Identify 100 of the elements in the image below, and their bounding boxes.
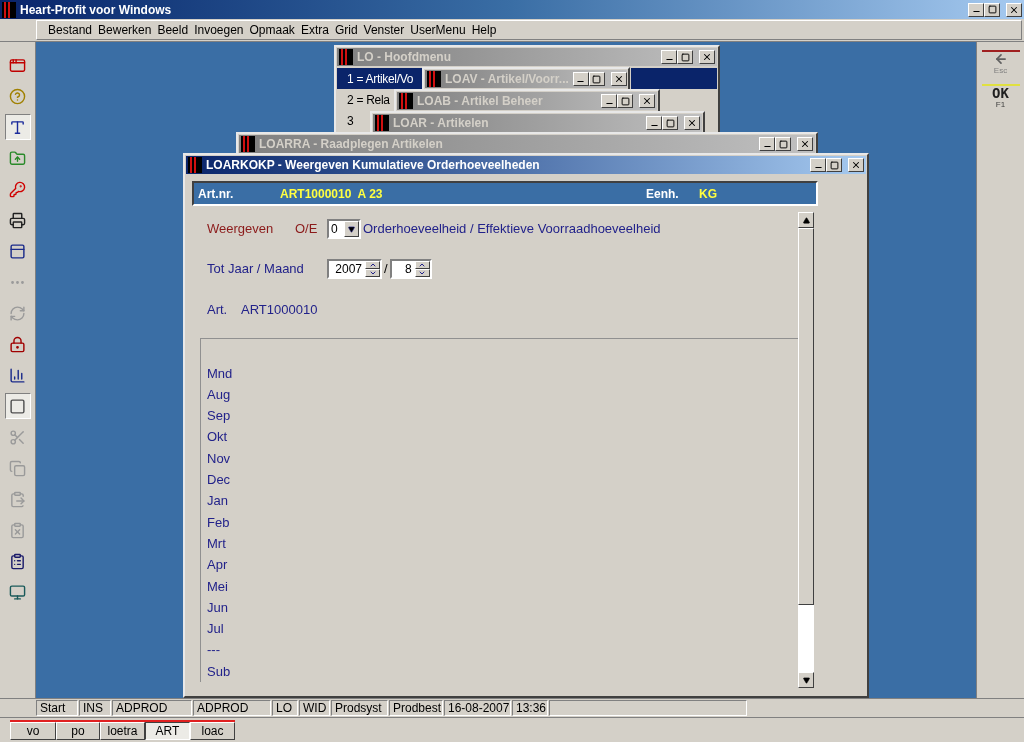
minimize-button[interactable] <box>601 94 617 108</box>
maximize-button[interactable] <box>826 158 842 172</box>
display-dropdown[interactable]: 0 <box>327 219 361 239</box>
maximize-icon <box>620 96 630 106</box>
article-number: ART1000010 A 23 <box>280 185 384 203</box>
close-icon <box>800 139 810 149</box>
scroll-down-button[interactable] <box>798 672 814 688</box>
window-tab[interactable]: loetra <box>100 721 145 740</box>
window-title: LOAB - Artikel Beheer <box>417 93 544 110</box>
status-cell: LO <box>272 700 298 716</box>
caret-up-icon <box>368 261 377 269</box>
month-label: Jun <box>207 598 229 617</box>
close-button[interactable] <box>639 94 655 108</box>
window-tab[interactable]: po <box>56 721 100 740</box>
close-icon <box>851 160 861 170</box>
display-description: Orderhoeveelheid / Effektieve Voorraadhoeveelheid <box>363 220 661 239</box>
vertical-scrollbar[interactable] <box>798 212 814 688</box>
scroll-up-button[interactable] <box>798 212 814 228</box>
caret-down-icon <box>802 676 810 684</box>
close-button[interactable] <box>797 137 813 151</box>
close-button[interactable] <box>848 158 864 172</box>
minimize-button[interactable] <box>810 158 826 172</box>
menu-item[interactable]: Invoegen <box>191 21 247 39</box>
logo-icon <box>375 115 389 131</box>
spin-down-button[interactable] <box>365 269 380 277</box>
close-button[interactable] <box>610 72 627 86</box>
code-label: O/E <box>295 220 319 239</box>
menu-item[interactable]: Venster <box>360 21 408 39</box>
back-arrow-icon <box>993 52 1008 66</box>
month-label: Mnd <box>207 364 234 383</box>
spin-value: 2007 <box>334 261 363 278</box>
month-label: --- <box>207 641 221 660</box>
font-icon[interactable] <box>4 114 31 140</box>
scroll-thumb[interactable] <box>798 228 814 605</box>
status-cell: Prodbest <box>389 700 443 716</box>
menu-item[interactable]: Bewerken <box>95 21 155 39</box>
minimize-button[interactable] <box>968 2 984 17</box>
month-label: Apr <box>207 556 229 575</box>
dropdown-value: 0 <box>330 221 339 238</box>
maximize-button[interactable] <box>677 50 693 64</box>
close-button[interactable] <box>1006 2 1022 17</box>
maximize-button[interactable] <box>984 2 1000 17</box>
spin-field[interactable]: 8 <box>389 259 432 279</box>
article-field-label: Art. <box>207 301 229 319</box>
window-tab[interactable]: loac <box>190 721 235 740</box>
unit-label: Eenh. <box>646 185 680 203</box>
maximize-button[interactable] <box>775 137 791 151</box>
window-tab[interactable]: vo <box>10 721 56 740</box>
menu-item[interactable]: Bestand <box>45 21 96 39</box>
caret-up-icon <box>802 216 810 224</box>
article-label: Art.nr. <box>197 185 235 203</box>
maximize-button[interactable] <box>662 116 678 130</box>
status-cell: 16-08-2007 <box>444 700 511 716</box>
dropdown-button[interactable] <box>344 221 359 237</box>
ok-button[interactable]: OK F1 <box>981 84 1020 112</box>
minimize-button[interactable] <box>572 72 589 86</box>
logo-icon <box>399 93 413 109</box>
period-separator: / <box>383 260 389 279</box>
menu-row[interactable]: 2 = Rela <box>337 89 395 110</box>
logo-icon <box>188 157 202 173</box>
status-cell: ADPROD <box>112 700 192 716</box>
spin-up-button[interactable] <box>414 261 430 269</box>
app-title: Heart-Profit voor Windows <box>20 1 173 19</box>
minimize-button[interactable] <box>646 116 662 130</box>
spin-down-button[interactable] <box>414 269 430 277</box>
window-frame-icon[interactable] <box>4 393 31 419</box>
status-cell: ADPROD <box>193 700 271 716</box>
close-icon <box>687 118 697 128</box>
close-button[interactable] <box>684 116 700 130</box>
spin-value: 8 <box>403 261 413 278</box>
caret-down-icon <box>418 269 427 277</box>
menu-item[interactable]: Grid <box>331 21 361 39</box>
spin-field[interactable]: 2007 <box>327 259 382 279</box>
close-icon <box>642 96 652 106</box>
window-title: LOARRA - Raadplegen Artikelen <box>259 136 444 153</box>
menu-item[interactable]: UserMenu <box>407 21 469 39</box>
menu-item[interactable]: Extra <box>297 21 332 39</box>
window-tab[interactable]: ART <box>145 721 190 740</box>
month-label: Sep <box>207 407 232 426</box>
menu-item[interactable]: Opmaak <box>246 21 298 39</box>
minimize-button[interactable] <box>661 50 677 64</box>
window-title: LOAV - Artikel/Voorr... <box>445 71 569 88</box>
spin-up-button[interactable] <box>365 261 380 269</box>
display-label: Weergeven <box>207 220 275 239</box>
menu-item[interactable]: Beeld <box>154 21 192 39</box>
close-button[interactable] <box>699 50 715 64</box>
close-icon <box>1009 4 1019 15</box>
status-cell: INS <box>79 700 111 716</box>
status-cell: Start <box>36 700 78 716</box>
menu-row[interactable]: 3 <box>337 110 371 131</box>
article-field-value: ART1000010 <box>241 301 318 319</box>
status-cell: 13:36 <box>512 700 548 716</box>
menu-row[interactable]: 1 = Artikel/Vo <box>337 68 423 89</box>
caret-up-icon <box>418 261 427 269</box>
month-label: Aug <box>207 385 232 404</box>
close-icon <box>613 74 624 84</box>
maximize-icon <box>665 118 675 128</box>
minimize-button[interactable] <box>759 137 775 151</box>
menu-item[interactable]: Help <box>468 21 500 39</box>
maximize-button[interactable] <box>617 94 633 108</box>
